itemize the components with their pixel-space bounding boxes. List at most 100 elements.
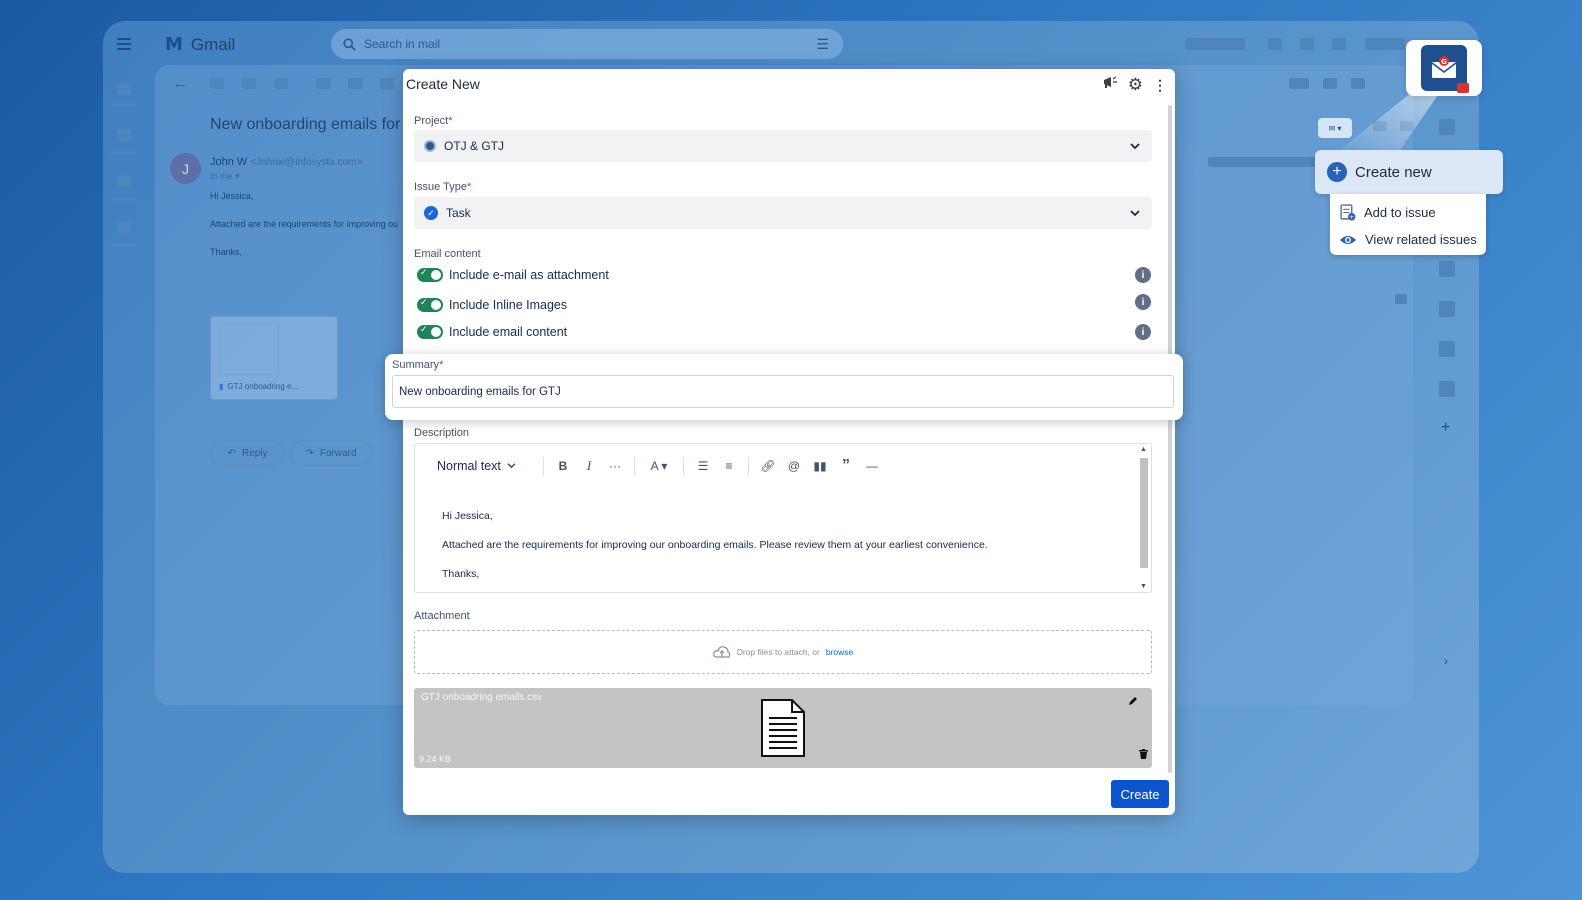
text-color-icon[interactable]: A ▾ bbox=[641, 454, 677, 478]
placeholder-block bbox=[1208, 157, 1318, 167]
pencil-icon[interactable] bbox=[1128, 693, 1138, 711]
toolbar-icon[interactable] bbox=[1289, 78, 1309, 89]
bullet-list-icon[interactable]: ☰ bbox=[690, 454, 716, 478]
bold-icon[interactable]: B bbox=[550, 454, 576, 478]
link-icon[interactable]: 🔗︎ bbox=[755, 454, 781, 478]
reply-button[interactable]: ↶ Reply bbox=[210, 440, 285, 466]
scroll-up-icon[interactable]: ▲ bbox=[1140, 446, 1147, 453]
email-body-line: Hi Jessica, bbox=[210, 191, 254, 201]
hamburger-menu-icon[interactable] bbox=[117, 38, 131, 53]
info-icon[interactable]: i bbox=[1135, 267, 1151, 283]
file-dropzone[interactable]: Drop files to attach, or browse bbox=[414, 630, 1152, 674]
browse-link[interactable]: browse bbox=[826, 647, 853, 657]
forward-button[interactable]: ↷ Forward bbox=[290, 440, 372, 466]
toolbar-icon[interactable] bbox=[380, 78, 394, 89]
side-panel-icon[interactable] bbox=[1439, 301, 1455, 317]
rail-icon[interactable] bbox=[117, 221, 131, 233]
addon-mini-icon: ✉ bbox=[1328, 123, 1336, 133]
scroll-down-icon[interactable]: ▼ bbox=[1140, 583, 1147, 590]
italic-icon[interactable]: I bbox=[576, 454, 602, 478]
gear-icon[interactable]: ⚙ bbox=[1128, 76, 1143, 93]
include-email-content-toggle[interactable] bbox=[417, 324, 443, 339]
issue-type-label-text: Issue Type bbox=[414, 181, 467, 193]
toolbar-icon[interactable] bbox=[316, 78, 330, 89]
gmail-search-bar[interactable]: Search in mail ☰ bbox=[331, 29, 843, 59]
addon-toolbar-button[interactable]: ✉ ▾ bbox=[1318, 118, 1352, 138]
more-formatting-icon[interactable]: ··· bbox=[602, 454, 628, 478]
project-select[interactable]: OTJ & GTJ bbox=[414, 130, 1152, 162]
summary-input[interactable] bbox=[392, 375, 1174, 408]
search-options-icon[interactable]: ☰ bbox=[816, 36, 829, 53]
info-icon[interactable]: i bbox=[1135, 294, 1151, 310]
forward-icon: ↷ bbox=[305, 447, 314, 459]
trash-icon[interactable] bbox=[1139, 746, 1148, 764]
view-related-issues-label: View related issues bbox=[1365, 232, 1477, 247]
side-panel-icon[interactable] bbox=[1439, 341, 1455, 357]
mention-icon[interactable]: @ bbox=[781, 454, 807, 478]
add-panel-icon[interactable]: + bbox=[1441, 419, 1450, 437]
scrollbar-thumb[interactable] bbox=[1140, 458, 1148, 568]
dialog-scrollbar[interactable] bbox=[1168, 105, 1172, 773]
side-panel-icon[interactable] bbox=[1439, 261, 1455, 277]
numbered-list-icon[interactable]: ≡ bbox=[716, 454, 742, 478]
toolbar-icon[interactable] bbox=[210, 78, 224, 89]
include-inline-images-label: Include Inline Images bbox=[449, 298, 568, 312]
add-document-icon: + bbox=[1340, 204, 1356, 221]
summary-label: Summary* bbox=[392, 359, 443, 371]
more-vertical-icon[interactable]: ⋮ bbox=[1153, 78, 1167, 92]
attachment-name: ▮ GTJ onboadring e... bbox=[219, 382, 298, 391]
sender-name: John W bbox=[210, 156, 248, 168]
description-label: Description bbox=[414, 427, 470, 439]
side-panel-icon[interactable] bbox=[1439, 381, 1455, 397]
email-body-line: Attached are the requirements for improv… bbox=[210, 219, 399, 229]
toolbar-icon[interactable] bbox=[1351, 78, 1365, 89]
avatar: J bbox=[170, 153, 201, 184]
description-editor[interactable]: Normal text B I ··· A ▾ ☰ ≡ 🔗︎ @ ▮▮ ” — … bbox=[414, 443, 1152, 593]
recipient-toggle[interactable]: to me ▾ bbox=[210, 171, 240, 182]
create-button[interactable]: Create bbox=[1111, 780, 1169, 808]
svg-text:+: + bbox=[1349, 213, 1354, 221]
back-arrow-icon[interactable]: ← bbox=[173, 75, 188, 92]
quote-icon[interactable]: ” bbox=[833, 454, 859, 478]
issue-type-value: Task bbox=[446, 206, 471, 220]
task-check-icon: ✓ bbox=[424, 206, 438, 220]
text-style-dropdown[interactable]: Normal text bbox=[415, 454, 537, 478]
toolbar-icon[interactable] bbox=[242, 78, 256, 89]
create-new-label: Create new bbox=[1355, 163, 1432, 181]
layout-columns-icon[interactable]: ▮▮ bbox=[807, 454, 833, 478]
add-to-issue-label: Add to issue bbox=[1364, 205, 1436, 220]
include-email-content-label: Include email content bbox=[449, 325, 568, 339]
email-body-line: Thanks, bbox=[210, 247, 243, 257]
divider-icon[interactable]: — bbox=[859, 454, 885, 478]
dropzone-text: Drop files to attach, or bbox=[736, 647, 820, 657]
include-attachment-toggle[interactable] bbox=[417, 267, 443, 282]
chevron-down-icon bbox=[1130, 139, 1140, 153]
megaphone-icon[interactable] bbox=[1102, 75, 1118, 94]
toolbar-icon[interactable] bbox=[274, 78, 288, 89]
gmail-wordmark: Gmail bbox=[190, 34, 236, 54]
addon-logo[interactable]: G bbox=[1406, 40, 1482, 96]
create-new-menu-item[interactable]: + Create new bbox=[1315, 150, 1503, 194]
rail-icon[interactable] bbox=[117, 175, 131, 187]
toolbar-icon[interactable] bbox=[348, 78, 362, 89]
chevron-right-icon[interactable]: › bbox=[1444, 654, 1448, 668]
project-label-text: Project bbox=[414, 115, 449, 127]
attached-file-card[interactable]: GTJ onboadring emails.csv 9.24 KB bbox=[414, 688, 1152, 768]
info-icon[interactable]: i bbox=[1135, 324, 1151, 340]
toolbar-divider bbox=[683, 457, 684, 475]
editor-scrollbar[interactable]: ▲ ▼ bbox=[1139, 446, 1149, 590]
required-asterisk: * bbox=[448, 115, 453, 127]
issue-type-select[interactable]: ✓ Task bbox=[414, 197, 1152, 229]
plus-circle-icon: + bbox=[1327, 162, 1347, 182]
email-attachment[interactable]: ▮ GTJ onboadring e... bbox=[210, 316, 338, 400]
side-panel-icon[interactable] bbox=[1439, 119, 1455, 135]
view-related-issues-menu-item[interactable]: View related issues bbox=[1330, 226, 1486, 253]
toggle-row-attachment: Include e-mail as attachment i bbox=[417, 265, 1151, 285]
sender-email: <Johnw@infosysta.com> bbox=[250, 157, 363, 168]
gmail-logo[interactable]: M Gmail bbox=[165, 34, 235, 55]
add-to-issue-menu-item[interactable]: + Add to issue bbox=[1330, 199, 1486, 226]
rail-icon[interactable] bbox=[117, 83, 131, 95]
include-inline-images-toggle[interactable] bbox=[417, 297, 443, 312]
rail-icon[interactable] bbox=[117, 129, 131, 141]
toolbar-icon[interactable] bbox=[1323, 78, 1337, 89]
